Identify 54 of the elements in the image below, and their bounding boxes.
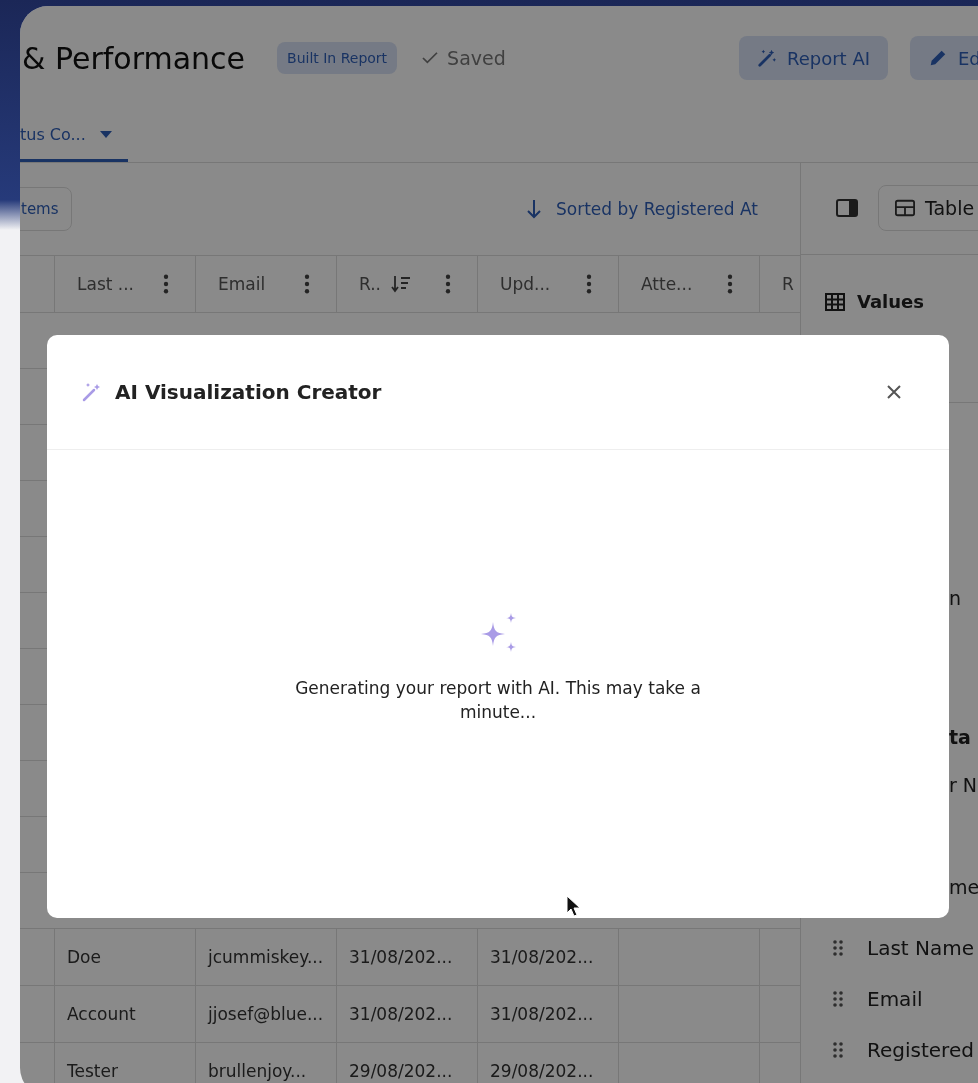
grid-icon <box>825 293 845 311</box>
loading-message: Generating your report with AI. This may take a minute... <box>294 677 702 724</box>
report-badge: Built In Report <box>277 42 398 74</box>
items-button[interactable]: tems <box>20 187 72 231</box>
column-header[interactable]: R <box>760 256 800 312</box>
down-arrow-icon <box>525 199 542 219</box>
table-view-button[interactable]: Table <box>878 185 978 231</box>
side-panel-icon[interactable] <box>836 199 858 217</box>
column-header[interactable]: Email <box>196 256 337 312</box>
more-options-icon[interactable] <box>445 274 451 294</box>
table-cell: jjosef@blue... <box>196 986 337 1042</box>
column-header[interactable]: Atte... <box>619 256 760 312</box>
header-button[interactable]: Report AI <box>739 36 888 80</box>
table-cell: 29/08/202... <box>337 1043 478 1083</box>
drag-handle-icon[interactable] <box>833 990 843 1007</box>
saved-status: Saved <box>447 47 506 69</box>
table-cell: Account <box>55 986 196 1042</box>
column-header[interactable]: Upd... <box>478 256 619 312</box>
more-options-icon[interactable] <box>727 274 733 294</box>
sort-label[interactable]: Sorted by Registered At <box>555 199 758 219</box>
report-title: & Performance <box>22 40 246 76</box>
table-cell: 31/08/202... <box>478 986 619 1042</box>
column-header[interactable]: R.. <box>337 256 478 312</box>
table-cell: 29/08/202... <box>478 1043 619 1083</box>
panel-text: me <box>949 876 978 898</box>
caret-icon <box>99 130 112 139</box>
modal-title: AI Visualization Creator <box>115 380 382 404</box>
column-header[interactable]: Last ... <box>55 256 196 312</box>
panel-text: ta <box>949 726 971 748</box>
field-name[interactable]: Registered <box>867 1037 974 1062</box>
table-cell: 31/08/202... <box>478 929 619 985</box>
more-options-icon[interactable] <box>304 274 310 294</box>
more-options-icon[interactable] <box>586 274 592 294</box>
more-options-icon[interactable] <box>163 274 169 294</box>
magic-wand-icon <box>757 48 777 68</box>
table-cell: 31/08/202... <box>337 929 478 985</box>
table-cell: 31/08/202... <box>337 986 478 1042</box>
check-icon <box>421 51 440 65</box>
panel-text: n <box>949 587 962 609</box>
table-cell: Doe <box>55 929 196 985</box>
panel-text: r N <box>949 774 978 796</box>
table-cell: Tester <box>55 1043 196 1083</box>
field-name[interactable]: Last Name <box>867 935 975 960</box>
table-cell: jcummiskey... <box>196 929 337 985</box>
field-name[interactable]: Email <box>867 986 923 1011</box>
report-tab[interactable]: tus Co... <box>20 110 128 162</box>
pencil-icon <box>928 48 948 68</box>
drag-handle-icon[interactable] <box>833 939 843 956</box>
drag-handle-icon[interactable] <box>833 1041 843 1058</box>
values-label: Values <box>857 291 924 312</box>
table-cell: brullenjoy... <box>196 1043 337 1083</box>
table-icon <box>895 198 915 218</box>
sort-descending-icon <box>391 275 411 293</box>
close-icon[interactable] <box>887 385 901 399</box>
